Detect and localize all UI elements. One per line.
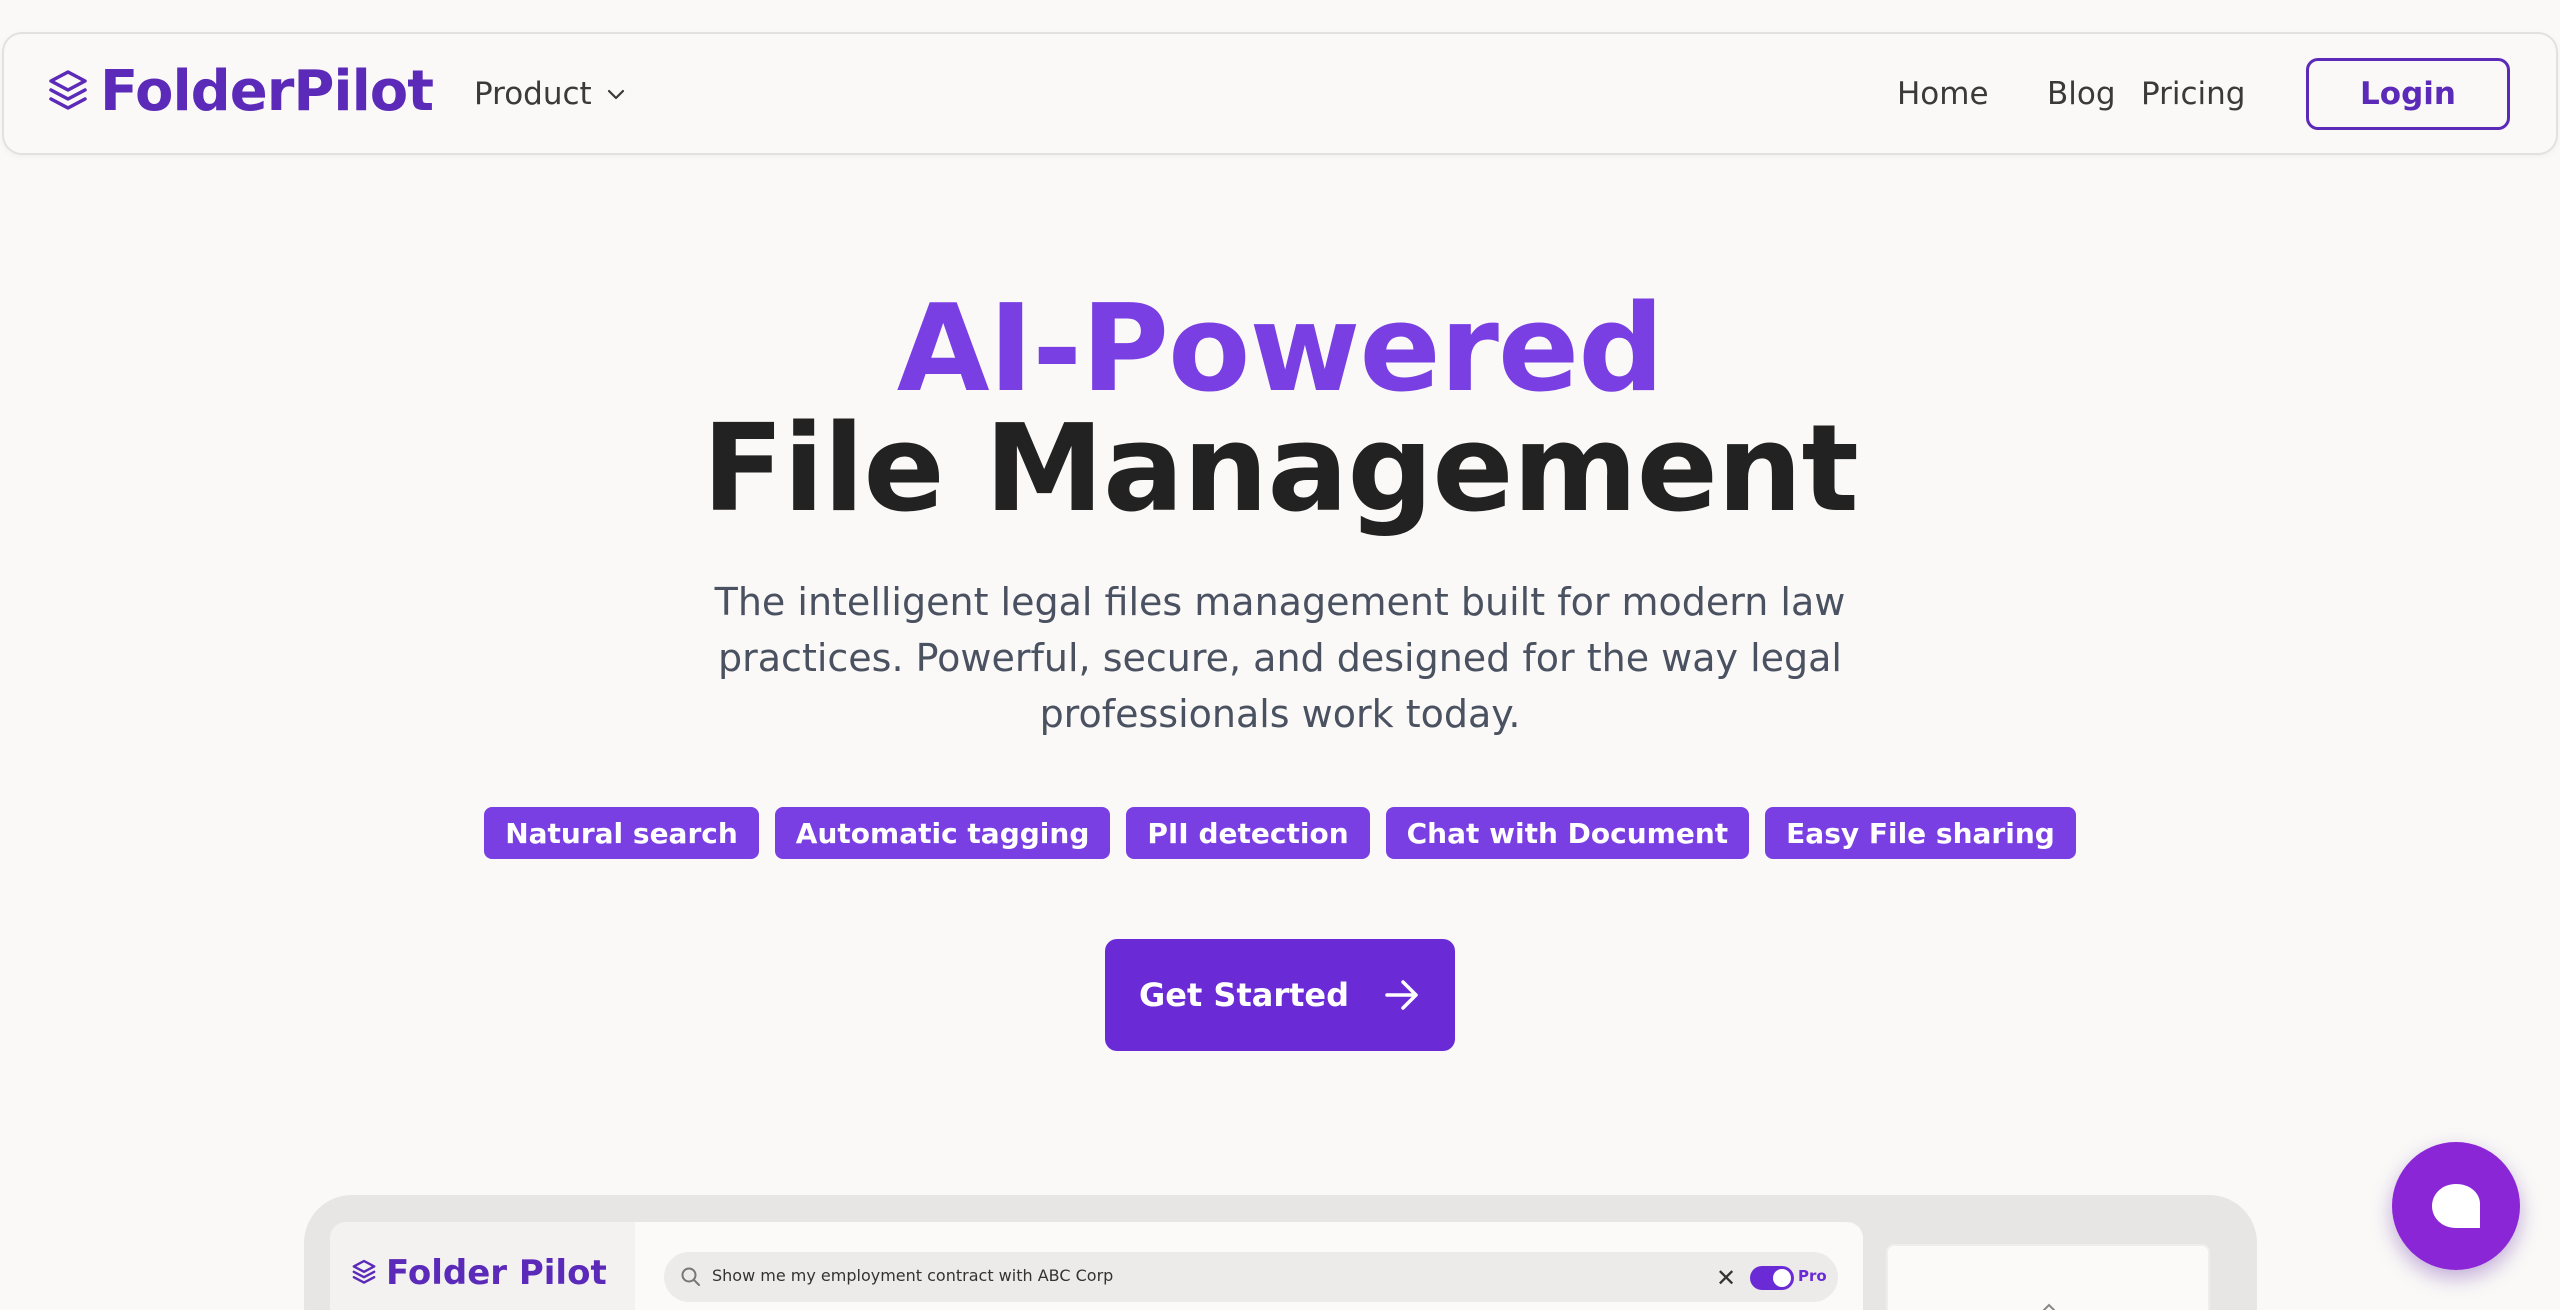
search-icon bbox=[681, 1267, 700, 1286]
brand-name: FolderPilot bbox=[100, 59, 434, 124]
product-menu[interactable]: Product bbox=[474, 76, 628, 112]
app-preview-logo: Folder Pilot bbox=[352, 1253, 607, 1293]
feature-tag: Easy File sharing bbox=[1765, 807, 2076, 859]
layers-icon bbox=[352, 1259, 376, 1284]
chevron-up-icon bbox=[2043, 1303, 2055, 1310]
chat-bubble-icon bbox=[2432, 1184, 2480, 1228]
close-icon: ✕ bbox=[1716, 1264, 1737, 1292]
hero-title-main: File Management bbox=[702, 400, 1859, 539]
pro-label: Pro bbox=[1798, 1267, 1827, 1285]
nav-link-blog[interactable]: Blog bbox=[2047, 76, 2116, 112]
get-started-button[interactable]: Get Started bbox=[1105, 939, 1455, 1051]
app-preview-search-bar: Show me my employment contract with ABC … bbox=[664, 1252, 1838, 1302]
feature-tag: PII detection bbox=[1126, 807, 1370, 859]
app-preview-search-text: Show me my employment contract with ABC … bbox=[712, 1266, 1114, 1285]
pro-toggle bbox=[1750, 1266, 1794, 1290]
feature-tag: Natural search bbox=[484, 807, 759, 859]
chat-launcher-button[interactable] bbox=[2392, 1142, 2520, 1270]
layers-icon bbox=[49, 70, 87, 110]
top-navbar: FolderPilot Product Home Blog Pricing Lo… bbox=[2, 32, 2558, 155]
nav-link-pricing[interactable]: Pricing bbox=[2141, 76, 2246, 112]
brand-logo[interactable]: FolderPilot bbox=[48, 59, 434, 124]
login-button[interactable]: Login bbox=[2306, 58, 2510, 130]
feature-tag: Automatic tagging bbox=[774, 807, 1111, 859]
hero-title-accent: AI-Powered bbox=[896, 280, 1664, 419]
feature-tag: Chat with Document bbox=[1385, 807, 1750, 859]
hero-subtitle: The intelligent legal files management b… bbox=[714, 580, 1846, 736]
feature-tags: Natural search Automatic tagging PII det… bbox=[0, 807, 2560, 859]
product-menu-label: Product bbox=[474, 76, 592, 112]
nav-link-home[interactable]: Home bbox=[1897, 76, 1989, 112]
app-preview-brand: Folder Pilot bbox=[386, 1253, 607, 1293]
get-started-label: Get Started bbox=[1138, 976, 1350, 1014]
arrow-right-icon bbox=[1385, 980, 1418, 1010]
chevron-down-icon bbox=[607, 89, 624, 100]
